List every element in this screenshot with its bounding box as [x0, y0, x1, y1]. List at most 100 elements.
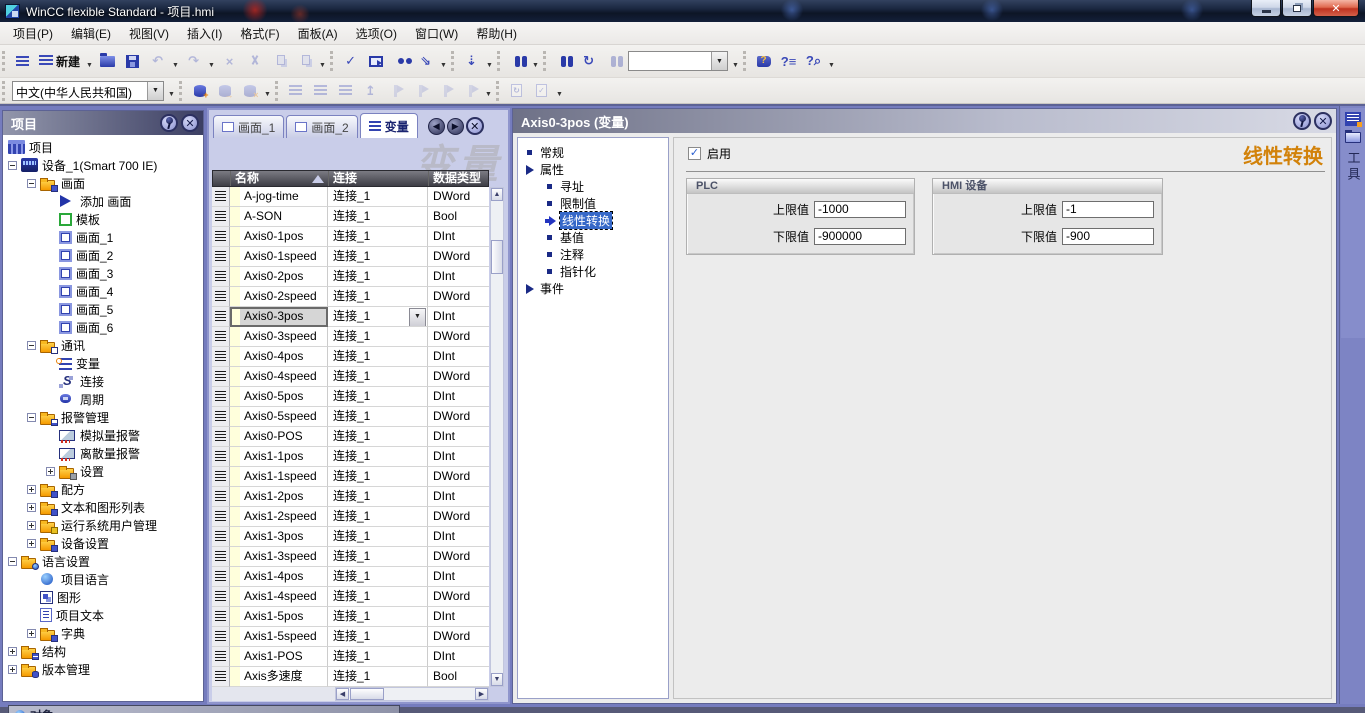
tree-item[interactable]: 文本和图形列表	[3, 498, 203, 516]
find-icon[interactable]	[552, 50, 575, 73]
tree-item[interactable]: 模拟量报警	[3, 426, 203, 444]
properties-tree-item[interactable]: 寻址	[518, 178, 668, 195]
tree-item[interactable]: 通讯	[3, 336, 203, 354]
cell-name[interactable]: A-jog-time	[230, 187, 328, 207]
new-button[interactable]: 新建	[35, 50, 84, 73]
row-handle[interactable]	[212, 567, 230, 587]
db-add-icon[interactable]: +	[188, 79, 211, 102]
row-handle[interactable]	[212, 227, 230, 247]
tree-item[interactable]: 设置	[3, 462, 203, 480]
cell-connection[interactable]: 连接_1	[328, 527, 428, 547]
table-row[interactable]: Axis0-1pos 连接_1 DInt	[212, 227, 489, 247]
table-header-name[interactable]: 名称	[231, 171, 329, 186]
close-button[interactable]: ✕	[1313, 0, 1359, 17]
cell-connection[interactable]: 连接_1	[328, 187, 428, 207]
tree-item[interactable]: 项目文本	[3, 606, 203, 624]
row-handle[interactable]	[212, 247, 230, 267]
cell-datatype[interactable]: DWord	[428, 367, 489, 387]
row-handle[interactable]	[212, 527, 230, 547]
language-combo[interactable]: 中文(中华人民共和国) ▼	[12, 81, 164, 101]
expand-toggle-icon[interactable]	[27, 521, 36, 530]
align-lines-icon[interactable]	[334, 79, 357, 102]
sort-dropdown-caret[interactable]: ▼	[484, 50, 495, 73]
table-row[interactable]: Axis0-4speed 连接_1 DWord	[212, 367, 489, 387]
paste-dropdown-caret[interactable]: ▼	[317, 50, 328, 73]
properties-tree-item[interactable]: 限制值	[518, 195, 668, 212]
table-header-connection[interactable]: 连接	[329, 171, 429, 186]
help-book-icon[interactable]	[752, 50, 775, 73]
move-up-icon[interactable]: ↥	[359, 79, 382, 102]
row-handle[interactable]	[212, 667, 230, 687]
table-row[interactable]: Axis1-POS 连接_1 DInt	[212, 647, 489, 667]
cell-connection[interactable]: 连接_1	[328, 367, 428, 387]
properties-tree-item[interactable]: 线性转换	[518, 212, 668, 229]
cell-name[interactable]: Axis0-1pos	[230, 227, 328, 247]
table-header-handle[interactable]	[213, 171, 231, 186]
scroll-right-icon[interactable]: ▶	[475, 688, 488, 700]
tree-item[interactable]: 添加 画面	[3, 192, 203, 210]
search-combo-dropdown[interactable]: ▼	[711, 52, 727, 70]
cell-name[interactable]: Axis1-1speed	[230, 467, 328, 487]
properties-tree-item[interactable]: 注释	[518, 246, 668, 263]
cell-datatype[interactable]: DWord	[428, 507, 489, 527]
toolbar-handle[interactable]	[497, 51, 503, 71]
expand-toggle-icon[interactable]	[27, 179, 36, 188]
flag-prev-icon[interactable]	[434, 79, 457, 102]
toolbar-handle[interactable]	[451, 51, 457, 71]
cell-name[interactable]: Axis0-4speed	[230, 367, 328, 387]
help-dropdown-caret[interactable]: ▼	[826, 50, 837, 73]
properties-tree-item[interactable]: 基值	[518, 229, 668, 246]
expand-toggle-icon[interactable]	[27, 413, 36, 422]
vertical-scrollbar-thumb[interactable]	[491, 240, 503, 274]
cell-datatype[interactable]: DInt	[428, 387, 489, 407]
cell-name[interactable]: Axis0-5speed	[230, 407, 328, 427]
table-row[interactable]: Axis1-2speed 连接_1 DWord	[212, 507, 489, 527]
expand-toggle-icon[interactable]	[27, 341, 36, 350]
cell-datatype[interactable]: DInt	[428, 267, 489, 287]
cell-name[interactable]: Axis1-4speed	[230, 587, 328, 607]
cell-name[interactable]: Axis1-4pos	[230, 567, 328, 587]
cell-name[interactable]: Axis0-2speed	[230, 287, 328, 307]
cell-name[interactable]: Axis1-3speed	[230, 547, 328, 567]
cell-connection[interactable]: 连接_1	[328, 427, 428, 447]
search-combo[interactable]: ▼	[628, 51, 728, 71]
toolbar-handle[interactable]	[330, 51, 336, 71]
cell-connection[interactable]: 连接_1	[328, 347, 428, 367]
tree-item[interactable]: 画面_4	[3, 282, 203, 300]
delete-icon[interactable]: ×	[218, 50, 241, 73]
db-dropdown-caret[interactable]: ▼	[262, 79, 273, 102]
tree-item[interactable]: 变量	[3, 354, 203, 372]
checklist-icon[interactable]: ✓	[530, 79, 553, 102]
properties-titlebar[interactable]: Axis0-3pos (变量) ✕	[513, 109, 1336, 133]
find-replace-icon[interactable]	[506, 50, 529, 73]
import-icon[interactable]	[11, 50, 34, 73]
cell-connection[interactable]: 连接_1	[328, 607, 428, 627]
cell-name[interactable]: Axis0-2pos	[230, 267, 328, 287]
tree-item[interactable]: 画面	[3, 174, 203, 192]
table-row[interactable]: Axis0-5speed 连接_1 DWord	[212, 407, 489, 427]
save-icon[interactable]	[121, 50, 144, 73]
toolbar-handle[interactable]	[2, 51, 8, 71]
properties-tree-item[interactable]: 常规	[518, 144, 668, 161]
table-row[interactable]: Axis0-4pos 连接_1 DInt	[212, 347, 489, 367]
undo-icon[interactable]: ↶	[146, 50, 169, 73]
start-runtime-icon[interactable]	[364, 50, 387, 73]
misc-dropdown-caret[interactable]: ▼	[554, 79, 565, 102]
consistency-check-icon[interactable]: ✓	[339, 50, 362, 73]
tab-screen-1[interactable]: 画面_1	[213, 115, 284, 138]
cell-name[interactable]: Axis0-4pos	[230, 347, 328, 367]
flag-next-icon[interactable]	[409, 79, 432, 102]
enable-checkbox[interactable]: ✓	[688, 147, 701, 160]
toolbar-handle[interactable]	[275, 81, 281, 101]
row-handle[interactable]	[212, 467, 230, 487]
cell-connection[interactable]: 连接_1	[328, 287, 428, 307]
help-contents-icon[interactable]: ?≡	[777, 50, 800, 73]
find-dropdown-caret[interactable]: ▼	[530, 50, 541, 73]
table-row[interactable]: Axis0-2speed 连接_1 DWord	[212, 287, 489, 307]
tools-panel-tab[interactable]: 工具	[1341, 108, 1365, 338]
tree-item[interactable]: 运行系统用户管理	[3, 516, 203, 534]
flag-clear-icon[interactable]	[459, 79, 482, 102]
cell-datatype[interactable]: DInt	[428, 447, 489, 467]
tree-item[interactable]: 图形	[3, 588, 203, 606]
row-handle[interactable]	[212, 647, 230, 667]
